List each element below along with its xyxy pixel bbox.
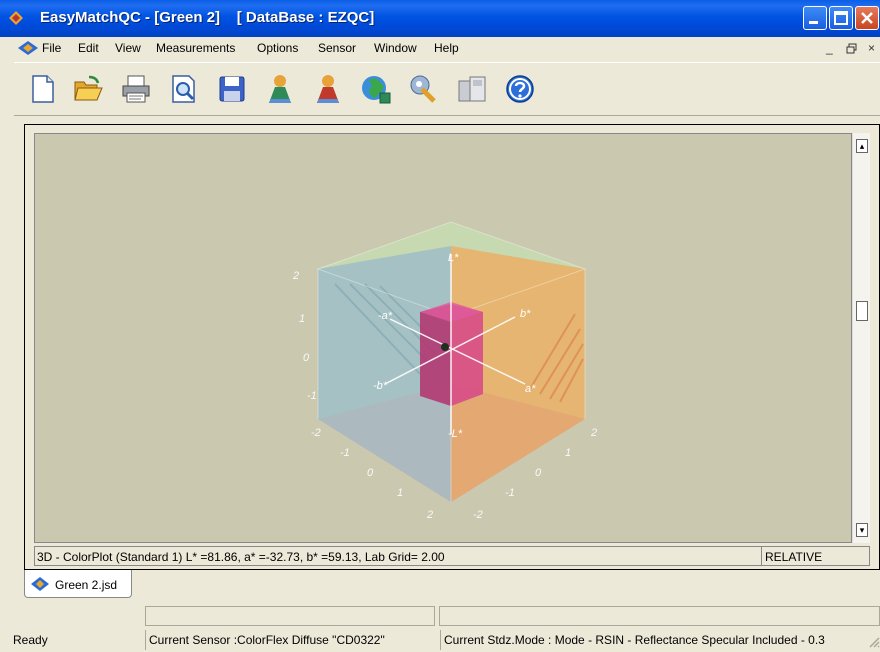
title-bar: EasyMatchQC - [Green 2] [ DataBase : EZQ… — [0, 0, 880, 37]
minimize-icon — [809, 21, 818, 24]
left-tick: 1 — [299, 313, 305, 325]
resize-grip-icon[interactable] — [868, 636, 880, 650]
minimize-button[interactable] — [803, 6, 827, 30]
close-button[interactable] — [855, 6, 879, 30]
status-bar-upper — [0, 606, 880, 628]
menu-options[interactable]: Options — [257, 41, 298, 55]
left-tick: -1 — [307, 390, 317, 402]
measure-standard-icon[interactable] — [264, 73, 296, 105]
scroll-thumb[interactable] — [856, 301, 868, 321]
measure-sample-icon[interactable] — [312, 73, 344, 105]
status-ready: Ready — [13, 633, 48, 647]
mdi-minimize-button[interactable]: _ — [826, 41, 833, 55]
axis-label-l-pos: L* — [448, 252, 459, 264]
front-right-tick: 2 — [590, 427, 597, 439]
menu-edit[interactable]: Edit — [78, 41, 99, 55]
front-left-tick: 2 — [426, 509, 433, 521]
maximize-icon — [834, 11, 848, 25]
axis-label-a-neg: -a* — [378, 310, 393, 322]
color-plot-3d[interactable]: L* -L* a* -a* b* -b* 2 1 0 -1 -2 -2 -1 0… — [34, 133, 852, 543]
save-disk-icon[interactable] — [216, 73, 248, 105]
plot-info-text: 3D - ColorPlot (Standard 1) L* =81.86, a… — [37, 550, 445, 564]
menu-view[interactable]: View — [115, 41, 141, 55]
document-tab-green-2[interactable]: Green 2.jsd — [24, 570, 132, 598]
toolbar — [14, 62, 880, 116]
plot-info-bar: 3D - ColorPlot (Standard 1) L* =81.86, a… — [34, 546, 870, 566]
status-cell-empty — [439, 606, 880, 626]
status-current-sensor: Current Sensor :ColorFlex Diffuse "CD032… — [145, 630, 439, 650]
mdi-restore-icon[interactable] — [846, 43, 858, 55]
axis-label-l-neg: -L* — [448, 428, 463, 440]
scroll-up-button[interactable]: ▴ — [856, 139, 868, 153]
open-folder-icon[interactable] — [72, 73, 104, 105]
print-preview-icon[interactable] — [168, 73, 200, 105]
front-right-tick: 0 — [535, 467, 542, 479]
document-tab-label: Green 2.jsd — [55, 578, 118, 592]
document-tab-icon — [31, 577, 49, 591]
menu-window[interactable]: Window — [374, 41, 417, 55]
mdi-close-button[interactable]: × — [868, 41, 875, 55]
document-logo-icon[interactable] — [18, 41, 38, 55]
color-cube-svg: L* -L* a* -a* b* -b* 2 1 0 -1 -2 -2 -1 0… — [292, 221, 597, 521]
menu-measurements[interactable]: Measurements — [156, 41, 235, 55]
menu-help[interactable]: Help — [434, 41, 459, 55]
axis-label-a-pos: a* — [525, 383, 536, 395]
sample-point — [441, 343, 449, 351]
front-left-tick: -1 — [340, 447, 350, 459]
globe-world-icon[interactable] — [360, 73, 392, 105]
left-tick: 2 — [292, 270, 299, 282]
left-tick: 0 — [303, 352, 310, 364]
front-right-tick: 1 — [565, 447, 571, 459]
axis-label-b-pos: b* — [520, 308, 531, 320]
maximize-button[interactable] — [829, 6, 853, 30]
menu-sensor[interactable]: Sensor — [318, 41, 356, 55]
help-icon[interactable] — [504, 73, 536, 105]
plot-vertical-scrollbar[interactable]: ▴ ▾ — [852, 133, 870, 543]
front-left-tick: 0 — [367, 467, 374, 479]
status-cell-empty — [145, 606, 435, 626]
easy-view-icon[interactable] — [456, 73, 488, 105]
print-icon[interactable] — [120, 73, 152, 105]
front-right-tick: -1 — [505, 487, 515, 499]
front-right-tick: -2 — [473, 509, 483, 521]
front-left-tick: 1 — [397, 487, 403, 499]
plot-mode-label: RELATIVE — [761, 547, 869, 565]
close-icon — [861, 12, 873, 24]
app-logo-icon — [9, 11, 23, 25]
scroll-down-button[interactable]: ▾ — [856, 523, 868, 537]
status-bar: Ready Current Sensor :ColorFlex Diffuse … — [0, 628, 880, 652]
menu-bar: File Edit View Measurements Options Sens… — [0, 37, 880, 60]
window-title: EasyMatchQC - [Green 2] [ DataBase : EZQ… — [40, 9, 375, 26]
new-document-icon[interactable] — [26, 73, 58, 105]
status-standardization-mode: Current Stdz.Mode : Mode - RSIN - Reflec… — [440, 630, 870, 650]
menu-file[interactable]: File — [42, 41, 61, 55]
sensor-tools-icon[interactable] — [408, 73, 440, 105]
axis-label-b-neg: -b* — [373, 380, 388, 392]
